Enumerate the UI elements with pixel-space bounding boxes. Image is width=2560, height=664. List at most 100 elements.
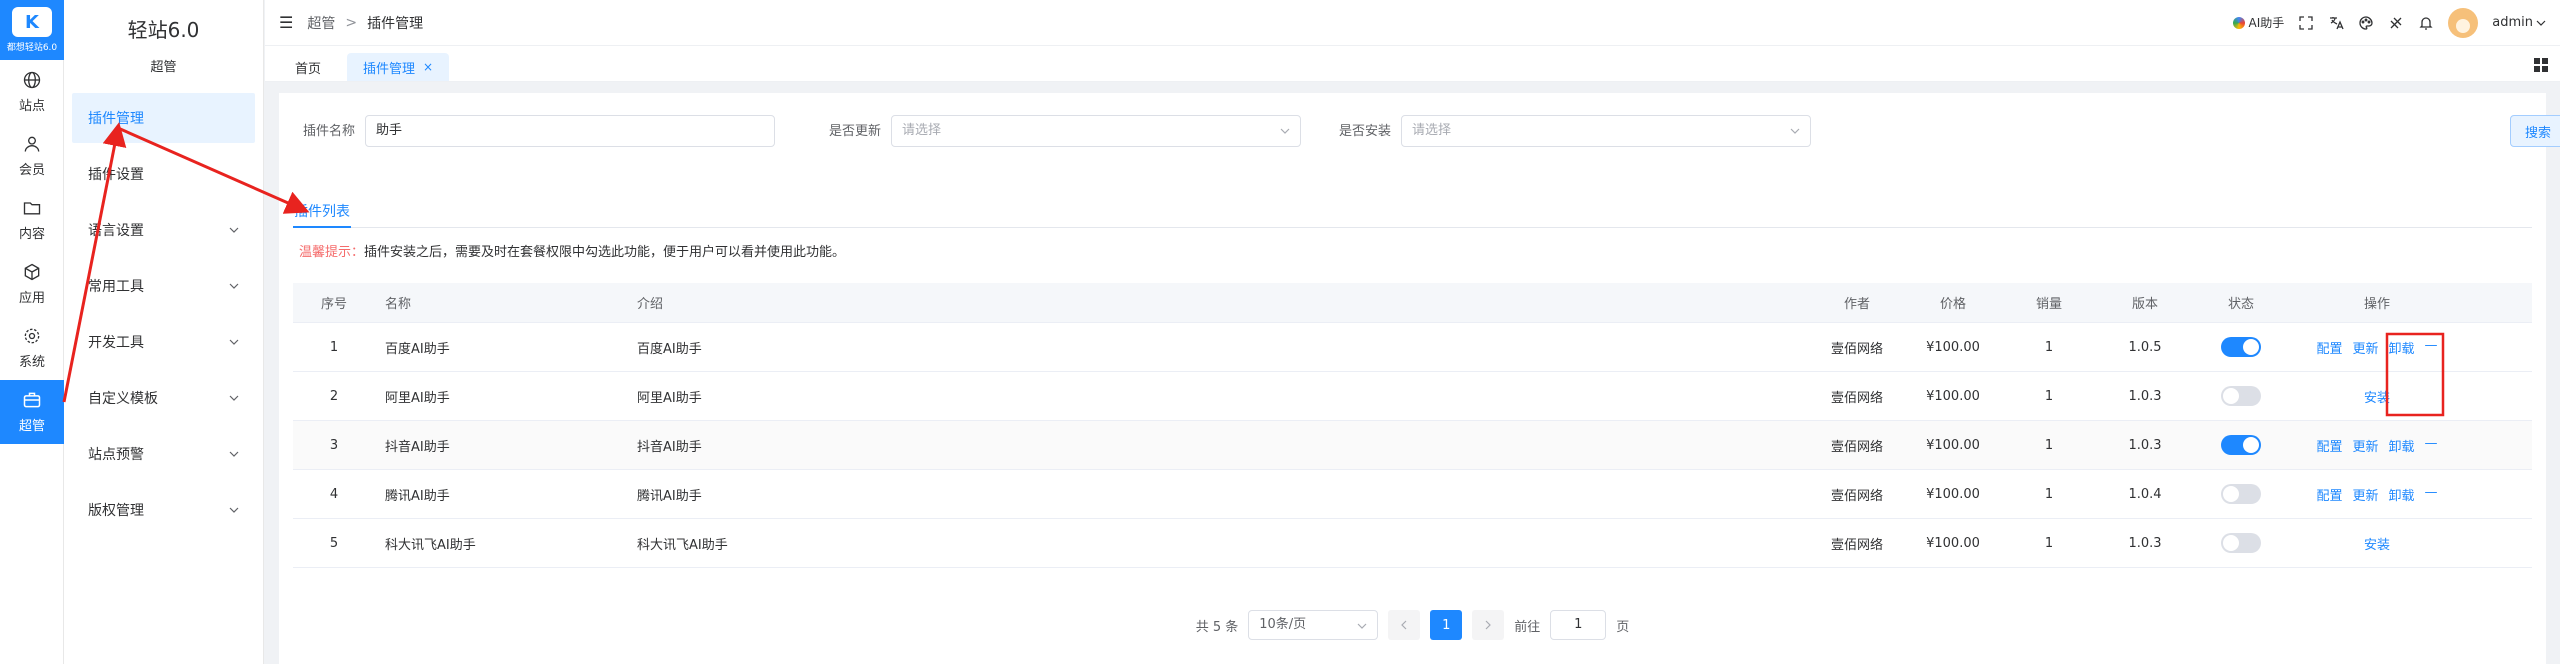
header-status: 状态 [2227,297,2254,312]
grid-icon[interactable] [2534,58,2548,72]
status-toggle[interactable] [2221,533,2261,553]
cell-desc: 科大讯飞AI助手 [637,537,728,553]
more-button[interactable]: — [2425,436,2438,455]
submenu-item-language[interactable]: 语言设置 [72,205,255,255]
app-window: K 都想轻站6.0 站点 会员 内容 应用 系统 超管 轻站6.0 超管 插件管… [0,0,2560,664]
prev-page-button[interactable] [1388,610,1421,640]
breadcrumb-root[interactable]: 超管 [307,13,335,33]
submenu-section: 超管 [150,59,177,75]
uninstall-button[interactable]: 卸载 [2389,485,2415,504]
more-button[interactable]: — [2425,338,2438,357]
submenu-item-site-warning[interactable]: 站点预警 [72,429,255,479]
cell-status [2193,484,2289,504]
status-toggle[interactable] [2221,484,2261,504]
submenu-item-custom-template[interactable]: 自定义模板 [72,373,255,423]
name-filter-input[interactable]: 助手 [365,115,775,147]
rail-item-site[interactable]: 站点 [0,60,64,124]
cell-status [2193,533,2289,553]
submenu-label: 常用工具 [88,279,144,295]
gear-icon [24,328,40,344]
page-number-current[interactable]: 1 [1430,610,1463,640]
tab-home[interactable]: 首页 [279,53,337,81]
avatar[interactable] [2448,7,2479,38]
username: admin [2492,15,2533,30]
main-area: ☰ 超管 > 插件管理 AI助手 admin 首页 插件管理 × 插件名称 助手… [265,0,2560,664]
status-toggle[interactable] [2221,435,2261,455]
next-page-button[interactable] [1472,610,1505,640]
install-filter-select[interactable]: 请选择 [1401,115,1811,147]
rail-item-content[interactable]: 内容 [0,188,64,252]
cell-status [2193,337,2289,357]
update-button[interactable]: 更新 [2352,338,2378,357]
tab-label: 首页 [295,61,322,77]
fullscreen-icon[interactable] [2298,15,2314,31]
close-icon[interactable]: × [423,60,433,74]
rail-item-superadmin[interactable]: 超管 [0,380,64,444]
submenu: 轻站6.0 超管 插件管理 插件设置 语言设置 常用工具 开发工具 自定义模板 … [64,0,264,664]
palette-icon[interactable] [2358,15,2374,31]
logo[interactable]: K 都想轻站6.0 [0,0,64,60]
table-row: 2 阿里AI助手 阿里AI助手 壹佰网络 ¥100.00 1 1.0.3 安装 [293,372,2532,421]
submenu-label: 开发工具 [88,335,144,351]
rail-label: 超管 [18,419,45,434]
cell-desc: 抖音AI助手 [637,439,702,455]
cell-name: 抖音AI助手 [385,439,450,455]
more-button[interactable]: — [2425,485,2438,504]
update-button[interactable]: 更新 [2352,485,2378,504]
rail-item-system[interactable]: 系统 [0,316,64,380]
tip-body: 插件安装之后，需要及时在套餐权限中勾选此功能，便于用户可以看并使用此功能。 [364,245,846,260]
update-filter-select[interactable]: 请选择 [891,115,1301,147]
install-button[interactable]: 安装 [2364,534,2390,553]
cell-desc: 百度AI助手 [637,341,702,357]
config-button[interactable]: 配置 [2316,436,2342,455]
menu-toggle-icon[interactable]: ☰ [279,13,293,32]
submenu-item-plugin-manage[interactable]: 插件管理 [72,93,255,143]
install-button[interactable]: 安装 [2364,387,2390,406]
chevron-right-icon [1485,620,1492,630]
submenu-item-dev-tools[interactable]: 开发工具 [72,317,255,367]
header-ops: 操作 [2363,297,2390,312]
rail-item-member[interactable]: 会员 [0,124,64,188]
cell-price: ¥100.00 [1926,437,1980,453]
cell-name: 百度AI助手 [385,341,450,357]
cell-version: 1.0.3 [2128,437,2162,453]
submenu-item-copyright[interactable]: 版权管理 [72,485,255,535]
status-toggle[interactable] [2221,337,2261,357]
cell-author: 壹佰网络 [1830,537,1883,553]
chevron-down-icon [1280,128,1290,134]
logo-mark: K [12,7,52,37]
config-button[interactable]: 配置 [2316,338,2342,357]
status-toggle[interactable] [2221,386,2261,406]
tab-plugin-list[interactable]: 插件列表 [293,196,351,228]
update-filter-placeholder: 请选择 [902,123,942,138]
rail-label: 会员 [18,163,45,178]
submenu-item-tools[interactable]: 常用工具 [72,261,255,311]
toggle-knob [2243,437,2259,453]
user-menu[interactable]: admin [2492,15,2546,30]
bell-icon[interactable] [2418,15,2434,31]
submenu-item-plugin-settings[interactable]: 插件设置 [72,149,255,199]
chevron-down-icon [1357,623,1367,629]
table-row: 5 科大讯飞AI助手 科大讯飞AI助手 壹佰网络 ¥100.00 1 1.0.3… [293,519,2532,568]
chevron-down-icon [229,339,239,345]
goto-page-input[interactable]: 1 [1550,610,1607,640]
uninstall-button[interactable]: 卸载 [2389,338,2415,357]
theme-icon[interactable] [2388,15,2404,31]
translate-icon[interactable] [2328,15,2344,31]
folder-icon [23,202,41,215]
cell-ops: 配置 更新 卸载 — [2289,485,2465,504]
rail-item-apps[interactable]: 应用 [0,252,64,316]
tab-plugin-manage[interactable]: 插件管理 × [347,53,450,81]
toggle-knob [2223,486,2239,502]
filter-bar: 插件名称 助手 是否更新 请选择 是否安装 请选择 搜索 重置 [279,115,2560,149]
uninstall-button[interactable]: 卸载 [2389,436,2415,455]
config-button[interactable]: 配置 [2316,485,2342,504]
ai-assistant-button[interactable]: AI助手 [2232,14,2284,31]
search-button[interactable]: 搜索 [2510,115,2560,147]
tip-label: 温馨提示： [299,245,365,260]
update-button[interactable]: 更新 [2352,436,2378,455]
install-filter-label: 是否安装 [1338,124,1391,139]
page-size-select[interactable]: 10条/页 [1248,610,1379,640]
cell-idx: 1 [329,339,339,355]
goto-label: 前往 [1514,619,1541,635]
